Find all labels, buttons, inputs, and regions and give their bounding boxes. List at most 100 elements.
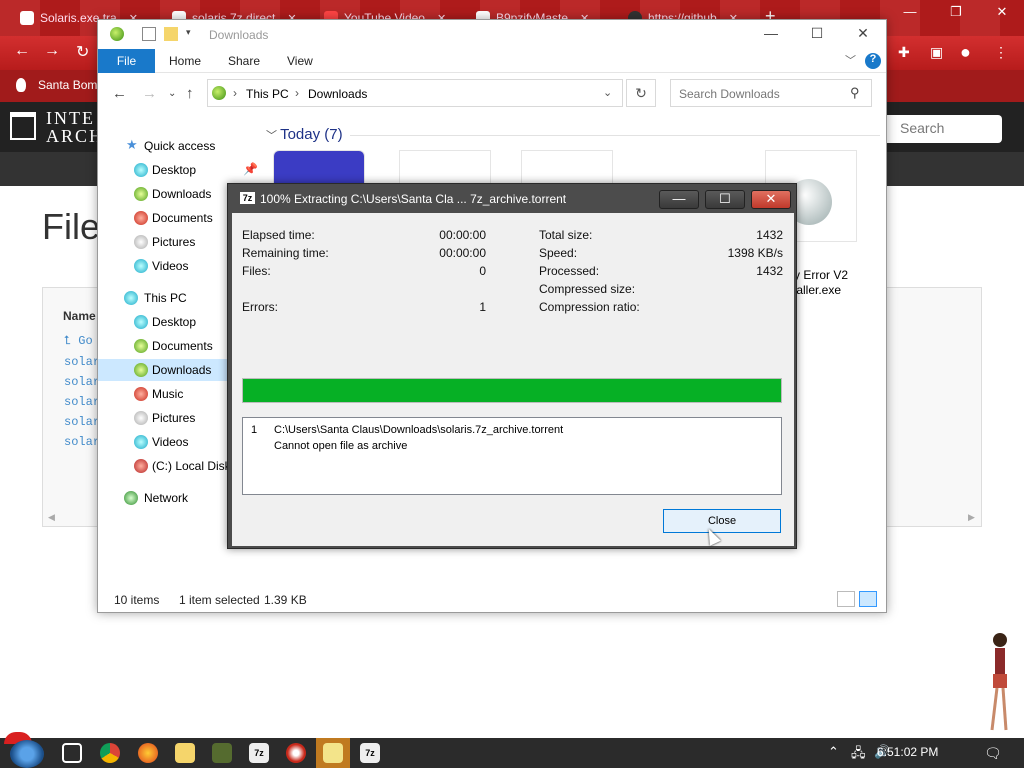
- progress-bar: [242, 378, 782, 403]
- scroll-right-icon[interactable]: ▶: [968, 512, 975, 523]
- group-header-today[interactable]: ﹀ Today (7): [266, 126, 343, 143]
- winrar-icon[interactable]: [323, 743, 343, 763]
- up-arrow-icon[interactable]: ↑: [186, 85, 194, 102]
- close-button[interactable]: Close: [663, 509, 781, 533]
- nav-label: This PC: [144, 291, 187, 305]
- browser-minimize-button[interactable]: —: [890, 4, 930, 19]
- sidebar-icon[interactable]: ▣: [930, 44, 943, 61]
- search-input[interactable]: Search Downloads: [670, 79, 872, 107]
- processed-value: 1432: [756, 264, 783, 278]
- large-icons-view-icon[interactable]: [859, 591, 877, 607]
- profile-avatar-icon[interactable]: ●: [960, 42, 971, 63]
- explorer-titlebar[interactable]: ▾ Downloads — ☐ ✕: [98, 20, 886, 49]
- message-file-path: C:\Users\Santa Claus\Downloads\solaris.7…: [274, 424, 564, 436]
- minimize-button[interactable]: —: [748, 25, 794, 41]
- file-link[interactable]: solar: [64, 375, 100, 389]
- forward-arrow-icon[interactable]: →: [44, 42, 60, 60]
- nav-label: Pictures: [152, 411, 196, 425]
- compression-ratio-label: Compression ratio:: [539, 300, 640, 314]
- close-button[interactable]: ✕: [840, 25, 886, 42]
- downloads-icon: [134, 363, 148, 377]
- chevron-down-icon[interactable]: ﹀: [845, 52, 856, 68]
- app-icon[interactable]: [212, 743, 232, 763]
- file-explorer-icon[interactable]: [175, 743, 195, 763]
- bookmark-icon: [16, 78, 26, 92]
- file-link[interactable]: solar: [64, 415, 100, 429]
- drive-icon: [134, 459, 148, 473]
- network-icon[interactable]: 🖧: [851, 744, 866, 766]
- start-button[interactable]: [10, 740, 44, 768]
- back-arrow-icon[interactable]: ←: [14, 42, 30, 60]
- customize-qat-icon[interactable]: ▾: [186, 27, 194, 41]
- site-search-input[interactable]: Search: [880, 115, 1002, 143]
- breadcrumb-downloads[interactable]: Downloads: [308, 87, 367, 101]
- videos-icon: [134, 435, 148, 449]
- extensions-icon[interactable]: ✚: [898, 44, 910, 61]
- task-view-icon[interactable]: [62, 743, 82, 763]
- file-link[interactable]: solar: [64, 435, 100, 449]
- dialog-titlebar[interactable]: 7z 100% Extracting C:\Users\Santa Cla ..…: [228, 184, 796, 213]
- minimize-button[interactable]: —: [659, 190, 699, 209]
- browser-close-button[interactable]: ✕: [982, 4, 1022, 20]
- pin-icon[interactable]: 📌: [243, 162, 258, 176]
- tab-view[interactable]: View: [287, 54, 313, 68]
- file-link[interactable]: solar: [64, 395, 100, 409]
- search-icon[interactable]: ⚲: [850, 85, 860, 101]
- chevron-right-icon[interactable]: ›: [233, 86, 237, 100]
- clock[interactable]: 6:51:02 PM: [877, 745, 938, 759]
- chrome-icon[interactable]: [100, 743, 120, 763]
- reload-icon[interactable]: ↻: [76, 42, 89, 62]
- new-folder-icon[interactable]: [164, 27, 178, 41]
- maximize-button[interactable]: ☐: [794, 25, 840, 42]
- status-selection: 1 item selected: [179, 593, 260, 607]
- file-link[interactable]: solar: [64, 355, 100, 369]
- pictures-icon: [134, 235, 148, 249]
- star-icon: ★: [126, 137, 138, 152]
- forward-arrow-icon[interactable]: →: [142, 85, 157, 102]
- address-bar[interactable]: › This PC › Downloads ⌄: [207, 79, 623, 107]
- chevron-up-icon[interactable]: ⌃: [828, 744, 839, 760]
- tab-home[interactable]: Home: [169, 54, 201, 68]
- chevron-right-icon[interactable]: ›: [295, 86, 299, 100]
- chevron-down-icon[interactable]: ⌄: [603, 86, 612, 99]
- sevenzip-taskbar-icon[interactable]: 7z: [360, 743, 380, 763]
- status-bar: 10 items 1 item selected 1.39 KB: [98, 591, 886, 613]
- dialog-body: Elapsed time: 00:00:00 Remaining time: 0…: [232, 213, 794, 546]
- error-message-list[interactable]: 1 C:\Users\Santa Claus\Downloads\solaris…: [242, 417, 782, 495]
- sevenzip-taskbar-icon[interactable]: 7z: [249, 743, 269, 763]
- archive-logo-icon[interactable]: [10, 112, 36, 140]
- help-icon[interactable]: ?: [865, 53, 881, 69]
- nav-label: Network: [144, 491, 189, 505]
- nav-quick-access[interactable]: ★ Quick access: [98, 135, 258, 157]
- music-icon: [134, 387, 148, 401]
- tab-share[interactable]: Share: [228, 54, 260, 68]
- column-header-name[interactable]: Name: [63, 309, 96, 323]
- computer-icon: [124, 291, 138, 305]
- address-row: ← → ⌄ ↑ › This PC › Downloads ⌄ ↻ Search…: [98, 73, 886, 113]
- nav-label: Videos: [152, 259, 189, 273]
- notification-icon[interactable]: 🗨: [984, 745, 1002, 762]
- bookmark-item[interactable]: Santa Bom: [38, 78, 97, 92]
- app-icon[interactable]: [286, 743, 306, 763]
- close-button[interactable]: ✕: [751, 190, 791, 209]
- menu-icon[interactable]: ⋮: [994, 44, 1008, 61]
- properties-icon[interactable]: [142, 27, 156, 41]
- speed-label: Speed:: [539, 246, 578, 260]
- tab-file[interactable]: File: [98, 49, 155, 73]
- firefox-icon[interactable]: [138, 743, 158, 763]
- breadcrumb-this-pc[interactable]: This PC: [246, 87, 289, 101]
- scroll-left-icon[interactable]: ◀: [48, 512, 55, 523]
- file-name-label: zy Error V2: [788, 268, 849, 282]
- nav-label: Downloads: [152, 187, 212, 201]
- browser-restore-button[interactable]: ❐: [936, 4, 976, 20]
- back-arrow-icon[interactable]: ←: [112, 85, 127, 102]
- maximize-button[interactable]: ☐: [705, 190, 745, 209]
- nav-qa-desktop[interactable]: Desktop 📌: [98, 159, 258, 181]
- recent-locations-icon[interactable]: ⌄: [168, 88, 176, 99]
- details-view-icon[interactable]: [837, 591, 855, 607]
- nav-label: Music: [152, 387, 184, 401]
- refresh-button[interactable]: ↻: [626, 79, 656, 107]
- go-up-link[interactable]: ⮤ Go: [64, 334, 93, 348]
- elapsed-time-value: 00:00:00: [439, 228, 486, 242]
- desktop-icon: [134, 315, 148, 329]
